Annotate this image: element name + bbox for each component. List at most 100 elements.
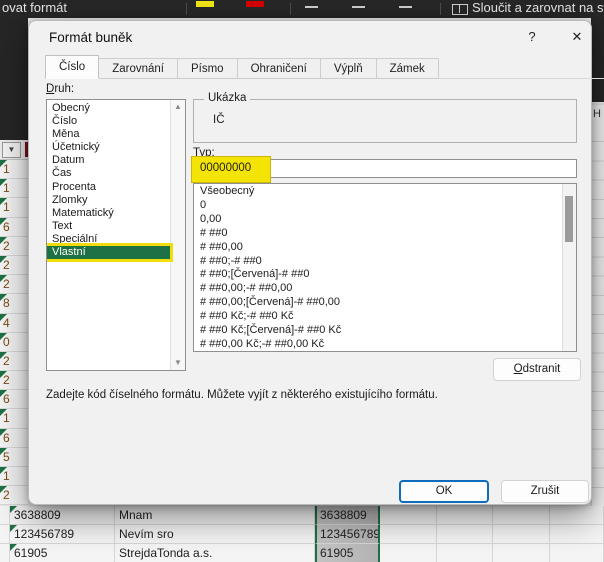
cancel-button[interactable]: Zrušit [501,480,589,503]
format-code-item[interactable]: # ##0,00;[Červená]-# ##0,00 [194,296,563,310]
help-icon[interactable]: ? [521,27,543,47]
error-triangle-icon [0,448,7,455]
align-middle-icon[interactable] [352,6,365,8]
cell-company-name[interactable]: Nevím sro [115,525,315,544]
cell-company-name[interactable]: StrejdaTonda a.s. [115,544,315,562]
scrollbar[interactable] [562,184,576,351]
empty-cell[interactable] [380,544,437,562]
category-item[interactable]: Čas [47,167,170,180]
cut-cell[interactable]: 1 [0,409,28,428]
empty-cell[interactable] [437,544,494,562]
align-top-icon[interactable] [305,6,318,8]
font-color-icon[interactable] [246,1,264,7]
empty-cell[interactable] [550,544,604,562]
scroll-up-icon[interactable]: ▲ [171,100,185,114]
tab[interactable]: Zarovnání [99,58,178,79]
tab[interactable]: Výplň [321,58,377,79]
ribbon-divider [186,3,187,15]
cut-cell[interactable]: 1 [0,467,28,486]
format-code-item[interactable]: # ##0 Kč;-# ##0 Kč [194,310,563,324]
empty-cell[interactable] [380,506,437,525]
merge-center-label[interactable]: Sloučit a zarovnat na stře [472,0,604,15]
format-code-item[interactable]: # ##0,00;-# ##0,00 [194,282,563,296]
align-bottom-icon[interactable] [399,6,412,8]
cut-cell[interactable] [0,544,10,562]
empty-cell[interactable] [550,506,604,525]
cell-selected-ico[interactable]: 3638809 [315,506,380,525]
format-code-item[interactable]: # ##0,00 [194,241,563,255]
category-item[interactable]: Matematický [47,207,170,220]
category-item[interactable]: Datum [47,154,170,167]
cut-cell[interactable]: 6 [0,390,28,409]
category-item[interactable]: Účetnický [47,141,170,154]
scrollbar[interactable]: ▲ ▼ [170,100,185,370]
highlight-color-icon[interactable] [196,1,214,7]
cut-cell[interactable]: 2 [0,352,28,371]
format-codes-listbox: Všeobecný 0 0,00 # ##0 # ##0,00 # ##0;-#… [193,183,577,352]
ok-button[interactable]: OK [399,480,489,503]
cut-cell[interactable] [0,525,10,544]
error-triangle-icon [10,544,17,551]
empty-cell[interactable] [493,544,550,562]
tab[interactable]: Písmo [178,58,238,79]
format-code-item[interactable]: 0 [194,199,563,213]
empty-cell[interactable] [550,525,604,544]
category-item[interactable]: Text [47,220,170,233]
cell-company-name[interactable]: Mnam [115,506,315,525]
empty-cell[interactable] [437,525,494,544]
empty-cell[interactable] [493,506,550,525]
format-code-item[interactable]: # ##0;-# ##0 [194,255,563,269]
category-label: Druh: [46,83,74,95]
cell-selected-ico[interactable]: 123456789 [315,525,380,544]
cell-ico-number[interactable]: 61905 [10,544,115,562]
cut-cell[interactable]: 1 [0,160,28,179]
cut-cell[interactable] [0,506,10,525]
scrollbar-thumb[interactable] [565,196,573,242]
error-triangle-icon [0,429,7,436]
tab[interactable]: Ohraničení [238,58,321,79]
column-header-h[interactable]: H [593,108,601,120]
cut-cell[interactable]: 2 [0,371,28,390]
category-item[interactable]: Měna [47,128,170,141]
tab[interactable]: Číslo [45,55,99,79]
type-input[interactable]: 00000000 [193,159,577,178]
category-item[interactable]: Speciální [47,233,170,246]
format-code-item[interactable]: # ##0 [194,227,563,241]
format-code-item[interactable]: # ##0 Kč;[Červená]-# ##0 Kč [194,324,563,338]
format-code-item[interactable]: Všeobecný [194,185,563,199]
category-item[interactable]: Zlomky [47,194,170,207]
cell-ico-number[interactable]: 123456789 [10,525,115,544]
cut-cell[interactable]: 8 [0,294,28,313]
cut-cell[interactable]: 1 [0,198,28,217]
category-item[interactable]: Číslo [47,115,170,128]
cut-cell[interactable]: 2 [0,486,28,505]
format-code-item[interactable]: # ##0,00 Kč;-# ##0,00 Kč [194,338,563,352]
category-item[interactable]: Procenta [47,181,170,194]
empty-cell[interactable] [380,525,437,544]
cell-selected-ico[interactable]: 61905 [315,544,380,562]
cell-ico-number[interactable]: 3638809 [10,506,115,525]
cut-cell[interactable]: 6 [0,429,28,448]
cut-cell[interactable]: 2 [0,275,28,294]
category-item[interactable]: Vlastní [47,246,170,259]
cut-cell[interactable]: 2 [0,256,28,275]
ribbon-format-label[interactable]: ovat formát [2,0,67,15]
cut-cell[interactable]: 2 [0,237,28,256]
cut-cell[interactable]: 4 [0,314,28,333]
cut-cell[interactable]: 5 [0,448,28,467]
format-code-item[interactable]: 0,00 [194,213,563,227]
tab[interactable]: Zámek [377,58,439,79]
error-triangle-icon [0,371,7,378]
close-icon[interactable]: ✕ [565,27,589,47]
cut-cell[interactable]: 6 [0,218,28,237]
category-item[interactable]: Obecný [47,102,170,115]
autofilter-dropdown-icon[interactable]: ▼ [2,142,21,158]
scroll-down-icon[interactable]: ▼ [171,356,185,370]
delete-button[interactable]: Odstranit [493,358,581,381]
merge-center-icon[interactable] [452,4,468,15]
empty-cell[interactable] [437,506,494,525]
cut-cell[interactable]: 0 [0,333,28,352]
format-code-item[interactable]: # ##0;[Červená]-# ##0 [194,268,563,282]
cut-cell[interactable]: 1 [0,179,28,198]
empty-cell[interactable] [493,525,550,544]
